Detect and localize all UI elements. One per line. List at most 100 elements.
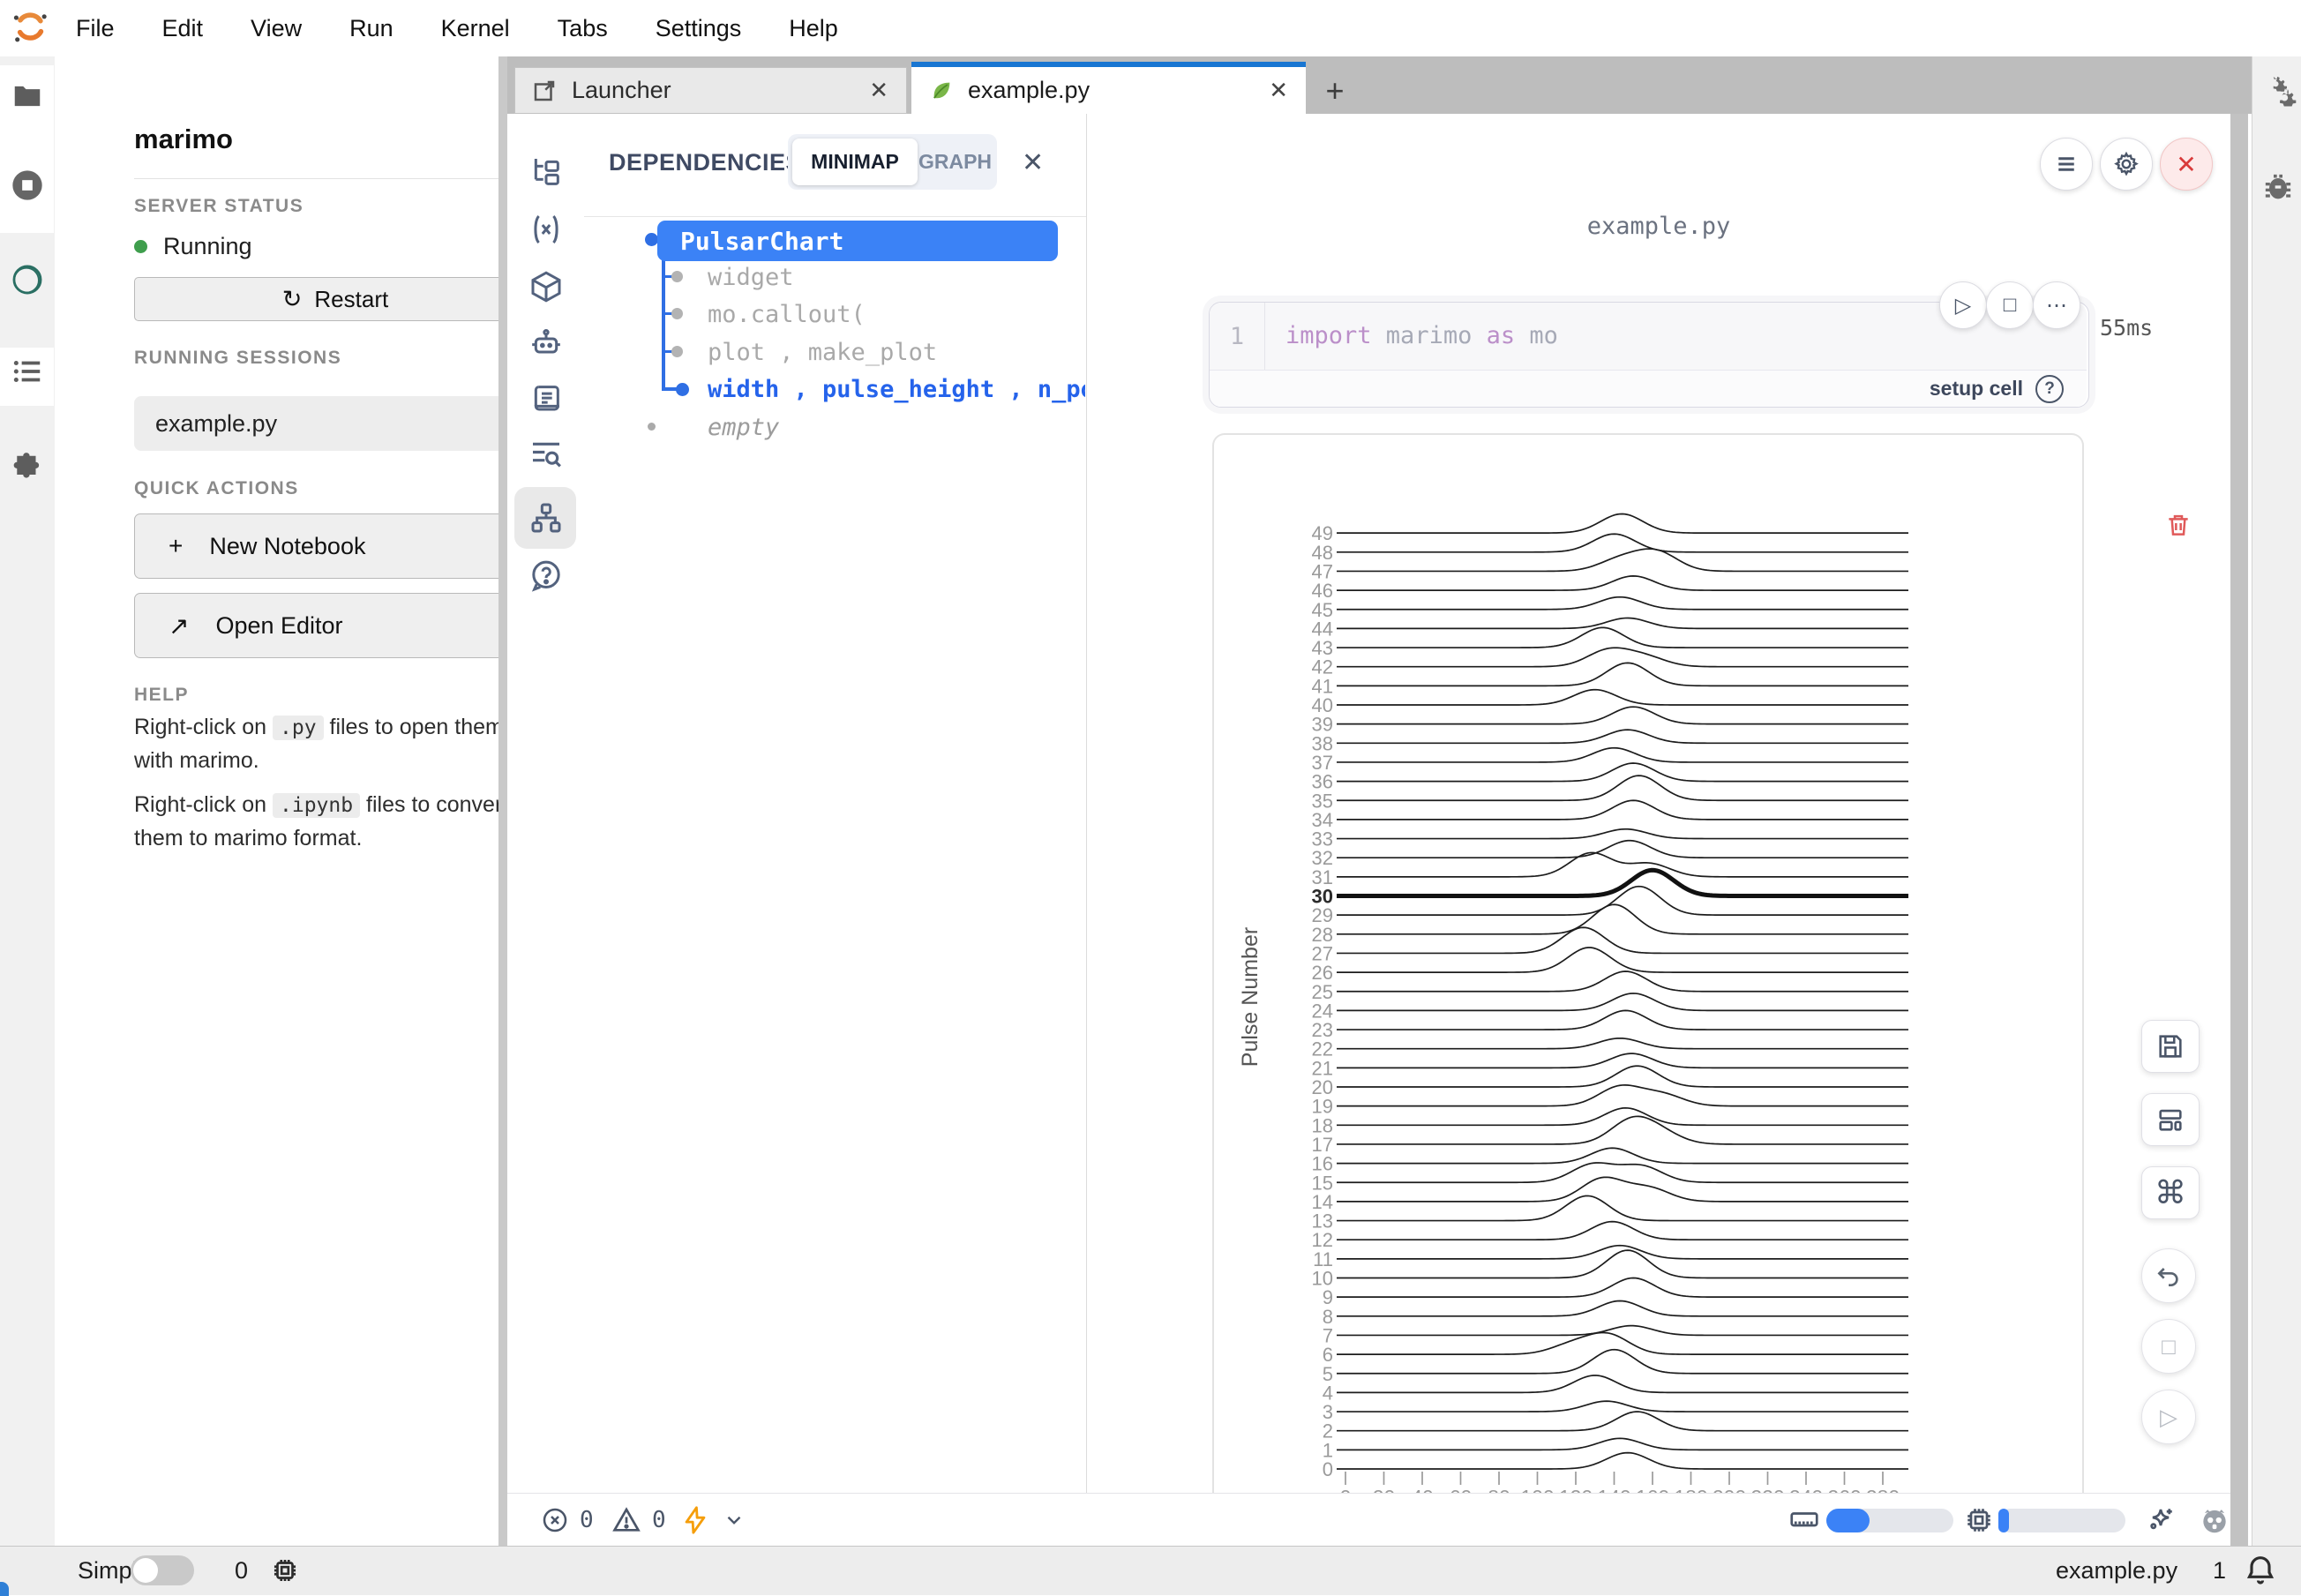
notebook-close-button[interactable]: ✕ <box>2160 138 2213 191</box>
variables-icon[interactable] <box>523 206 569 252</box>
gear-icon <box>2112 150 2140 178</box>
server-status-row: Running <box>134 233 252 260</box>
command-palette-button[interactable]: ⌘ <box>2141 1166 2200 1219</box>
menu-edit[interactable]: Edit <box>162 15 204 42</box>
quick-actions-heading: QUICK ACTIONS <box>134 478 299 499</box>
pulse-curve <box>1337 1177 1908 1202</box>
warning-counter[interactable]: 0 <box>611 1494 666 1547</box>
robot-icon[interactable] <box>523 320 569 366</box>
sidebar-title: marimo <box>134 124 233 155</box>
dependency-graph-icon[interactable] <box>523 495 569 541</box>
file-tree-icon[interactable] <box>523 149 569 195</box>
tree-item-active[interactable]: width , pulse_height , n_poi <box>708 376 1085 403</box>
more-options-button[interactable]: ⋯ <box>2033 281 2080 329</box>
pulse-curve <box>1337 993 1908 1010</box>
run-all-button[interactable]: ▷ <box>2141 1390 2196 1444</box>
menu-settings[interactable]: Settings <box>656 15 742 42</box>
pulse-curve <box>1337 870 1908 895</box>
warning-icon <box>611 1505 641 1535</box>
bell-icon[interactable] <box>2243 1552 2278 1587</box>
tree-item[interactable]: widget <box>708 264 1085 291</box>
search-list-icon[interactable] <box>523 431 569 477</box>
bug-icon[interactable] <box>2260 169 2296 205</box>
stop-cell-button[interactable]: □ <box>1986 281 2034 329</box>
tree-item[interactable]: mo.callout( <box>708 301 1085 328</box>
script-icon[interactable] <box>523 376 569 422</box>
setup-help-icon[interactable]: ? <box>2035 375 2064 403</box>
gears-icon[interactable] <box>2260 72 2297 109</box>
run-mode-button[interactable] <box>680 1494 746 1547</box>
notebook-menu-button[interactable] <box>2040 138 2093 191</box>
menu-kernel[interactable]: Kernel <box>441 15 510 42</box>
pulse-curve <box>1337 776 1908 800</box>
leaf-icon <box>929 79 954 103</box>
layout-icon <box>2155 1105 2185 1135</box>
menu-tabs[interactable]: Tabs <box>558 15 608 42</box>
panel-splitter[interactable] <box>498 56 507 1546</box>
undo-icon <box>2155 1262 2183 1290</box>
dependencies-title: DEPENDENCIES <box>609 149 802 176</box>
right-activity-bar <box>2252 56 2301 1546</box>
undo-button[interactable] <box>2141 1248 2196 1303</box>
notebook-settings-button[interactable] <box>2100 138 2153 191</box>
save-button[interactable] <box>2141 1020 2200 1073</box>
cpu-usage <box>1963 1494 1995 1547</box>
error-counter[interactable]: 0 <box>541 1494 594 1547</box>
session-item[interactable]: example.py ✕ <box>134 396 536 451</box>
minimap-mode-button[interactable]: MINIMAP <box>792 139 918 185</box>
status-dot <box>134 240 147 253</box>
runtime-status-button[interactable] <box>2198 1494 2231 1547</box>
restart-button[interactable]: ↻ Restart <box>134 277 536 321</box>
pulse-curve <box>1337 1085 1908 1106</box>
menu-file[interactable]: File <box>76 15 115 42</box>
simple-mode-toggle[interactable] <box>131 1555 194 1585</box>
marimo-circle-icon[interactable] <box>0 261 55 298</box>
close-tab-icon[interactable]: ✕ <box>869 77 888 104</box>
code-token: marimo <box>1372 322 1487 349</box>
layout-button[interactable] <box>2141 1093 2200 1146</box>
stop-circle-icon[interactable] <box>0 168 55 203</box>
stop-all-button[interactable]: □ <box>2141 1319 2196 1374</box>
ram-progress-fill <box>1826 1509 1870 1532</box>
tab-launcher[interactable]: Launcher ✕ <box>514 67 907 114</box>
tree-item-empty[interactable]: empty <box>708 414 1085 441</box>
close-tab-icon[interactable]: ✕ <box>1269 77 1288 104</box>
y-axis-title: Pulse Number <box>1238 927 1263 1067</box>
menu-run[interactable]: Run <box>349 15 393 42</box>
new-notebook-button[interactable]: + New Notebook <box>134 513 536 579</box>
cell-code[interactable]: import marimo as mo <box>1285 322 1558 349</box>
pulse-curve <box>1337 763 1908 782</box>
ai-assist-button[interactable] <box>2145 1494 2177 1547</box>
cpu-progress-bar <box>1998 1509 2125 1532</box>
graph-mode-button[interactable]: GRAPH <box>918 139 993 185</box>
table-of-contents-icon[interactable] <box>0 355 55 388</box>
menu-view[interactable]: View <box>251 15 302 42</box>
tree-item[interactable]: plot , make_plot <box>708 339 1085 366</box>
dependencies-header: DEPENDENCIES MINIMAP GRAPH ✕ <box>584 114 1086 217</box>
delete-cell-icon[interactable] <box>2164 511 2192 539</box>
menu-help[interactable]: Help <box>789 15 838 42</box>
dependencies-panel: DEPENDENCIES MINIMAP GRAPH ✕ PulsarChart… <box>584 114 1087 1493</box>
notebook-footer: 0 0 <box>507 1493 2230 1547</box>
folder-icon[interactable] <box>0 79 55 113</box>
sidebar: marimo SERVER STATUS Running ↻ Restart R… <box>55 56 498 1546</box>
y-tick-label: 0 <box>1323 1458 1333 1480</box>
restart-icon: ↻ <box>282 286 303 313</box>
open-editor-button[interactable]: ↗ Open Editor <box>134 593 536 658</box>
package-icon[interactable] <box>523 264 569 310</box>
new-tab-button[interactable]: + <box>1313 67 1357 114</box>
kernel-chip-icon[interactable] <box>270 1555 300 1585</box>
run-cell-button[interactable]: ▷ <box>1939 281 1987 329</box>
close-panel-icon[interactable]: ✕ <box>1022 147 1044 178</box>
ram-progress-bar <box>1826 1509 1953 1532</box>
tree-item-selected[interactable]: PulsarChart <box>657 221 1058 261</box>
tab-example-py[interactable]: example.py ✕ <box>911 62 1306 114</box>
view-mode-toggle: MINIMAP GRAPH <box>788 134 997 190</box>
help-icon[interactable] <box>523 553 569 599</box>
scrollbar[interactable] <box>2230 114 2248 1546</box>
puzzle-icon[interactable] <box>0 452 55 485</box>
notebook-file-title: example.py <box>1087 213 2230 240</box>
file-extension-chip: .py <box>273 716 324 740</box>
status-right-count: 1 <box>2213 1557 2226 1585</box>
pulse-curve <box>1337 1412 1908 1431</box>
